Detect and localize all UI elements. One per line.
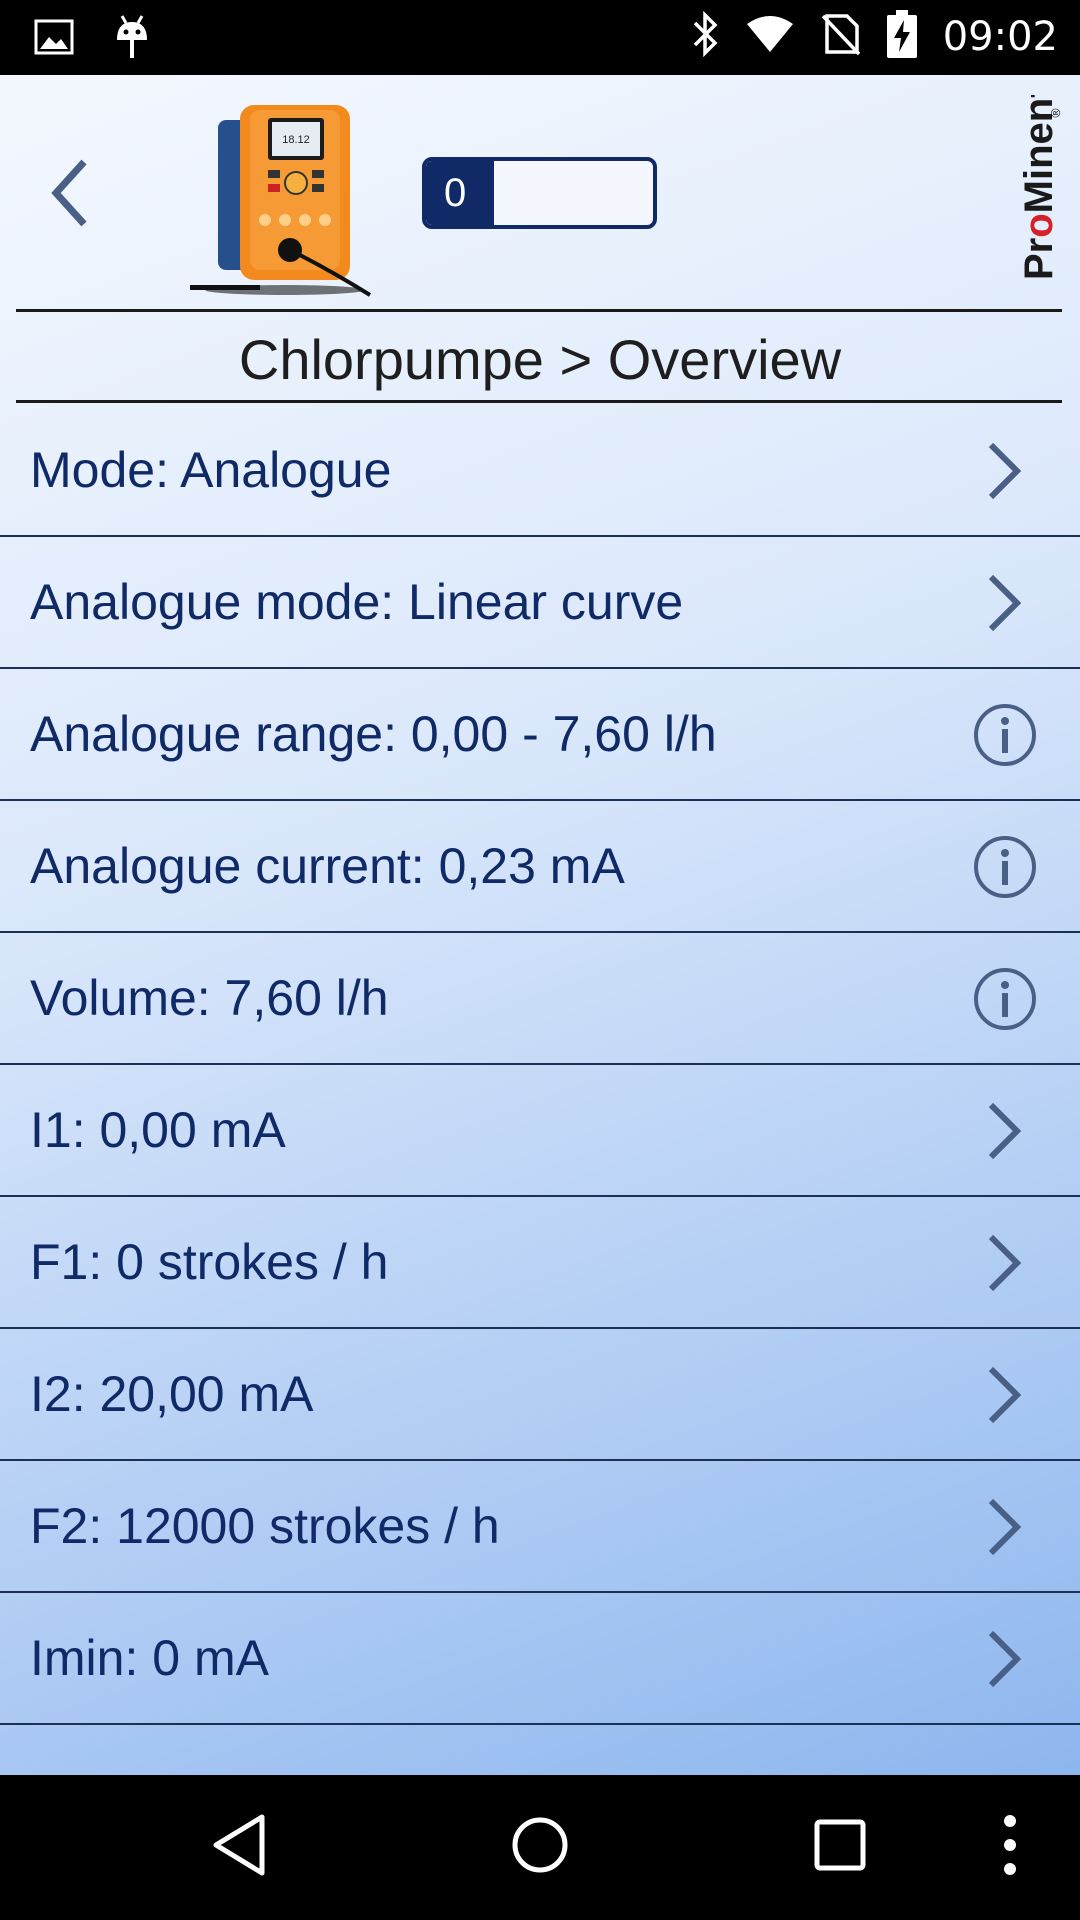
list-item[interactable]: I2: 20,00 mA	[0, 1329, 1080, 1461]
dosing-pump-image: 18.12	[190, 100, 380, 300]
list-item-label: Mode: Analogue	[30, 442, 392, 498]
home-circle-icon	[510, 1815, 570, 1880]
list-item-label: Imin: 0 mA	[30, 1630, 269, 1686]
list-item[interactable]: F2: 12000 strokes / h	[0, 1461, 1080, 1593]
android-icon	[114, 14, 150, 65]
header: 18.12 0 ProMinent ®	[0, 75, 1080, 310]
nav-home-button[interactable]	[500, 1807, 580, 1887]
list-item[interactable]: Analogue mode: Linear curve	[0, 537, 1080, 669]
list-item-label: I1: 0,00 mA	[30, 1102, 286, 1158]
header-divider-bottom	[16, 400, 1062, 403]
back-triangle-icon	[210, 1813, 270, 1882]
chevron-right-icon	[972, 1230, 1038, 1296]
status-bar: 09:02	[0, 0, 1080, 75]
list-item-label: Volume: 7,60 l/h	[30, 970, 389, 1026]
svg-text:18.12: 18.12	[282, 134, 310, 146]
chevron-left-icon	[50, 158, 90, 233]
brand-logo: ProMinent ®	[1000, 84, 1070, 295]
list-item[interactable]: I1: 0,00 mA	[0, 1065, 1080, 1197]
list-item-label: Analogue current: 0,23 mA	[30, 838, 625, 894]
info-icon[interactable]	[972, 702, 1038, 768]
info-icon[interactable]	[972, 834, 1038, 900]
chevron-right-icon	[972, 1626, 1038, 1692]
brand-logo-text: ProMinent	[1017, 95, 1061, 280]
header-divider-top	[16, 309, 1062, 312]
battery-charging-icon	[886, 10, 917, 63]
app-screen: 18.12 0 ProMinent ® Chlorpumpe > Overvie…	[0, 75, 1080, 1775]
chevron-right-icon	[972, 1098, 1038, 1164]
list-item[interactable]: Volume: 7,60 l/h	[0, 933, 1080, 1065]
clock: 09:02	[942, 13, 1058, 60]
recents-square-icon	[812, 1817, 868, 1878]
list-item-label: F2: 12000 strokes / h	[30, 1498, 500, 1554]
svg-text:®: ®	[1049, 107, 1063, 119]
chevron-right-icon	[972, 438, 1038, 504]
page-title: Chlorpumpe > Overview	[238, 328, 842, 391]
list-item-label: I2: 20,00 mA	[30, 1366, 314, 1422]
progress-value: 0	[444, 171, 467, 215]
list-item-label: F1: 0 strokes / h	[30, 1234, 389, 1290]
chevron-right-icon	[972, 1494, 1038, 1560]
navigation-bar	[0, 1775, 1080, 1920]
progress-indicator: 0	[422, 157, 657, 229]
back-button[interactable]	[40, 155, 100, 235]
no-sim-icon	[821, 12, 861, 61]
bluetooth-icon	[691, 10, 719, 62]
list-item-label: Analogue range: 0,00 - 7,60 l/h	[30, 706, 717, 762]
wifi-icon	[745, 14, 795, 59]
list-item[interactable]: F1: 0 strokes / h	[0, 1197, 1080, 1329]
nav-more-button[interactable]	[980, 1807, 1040, 1887]
nav-back-button[interactable]	[200, 1807, 280, 1887]
list-item[interactable]: Analogue range: 0,00 - 7,60 l/h	[0, 669, 1080, 801]
list-item[interactable]: Mode: Analogue	[0, 405, 1080, 537]
list-item-label: Analogue mode: Linear curve	[30, 574, 684, 630]
info-icon[interactable]	[972, 966, 1038, 1032]
overview-list: Mode: Analogue Analogue mode: Linear curv…	[0, 405, 1080, 1725]
more-vert-icon	[1002, 1813, 1018, 1882]
list-item[interactable]: Imin: 0 mA	[0, 1593, 1080, 1725]
chevron-right-icon	[972, 1362, 1038, 1428]
list-item[interactable]: Analogue current: 0,23 mA	[0, 801, 1080, 933]
nav-recents-button[interactable]	[800, 1807, 880, 1887]
image-icon	[34, 19, 74, 60]
chevron-right-icon	[972, 570, 1038, 636]
